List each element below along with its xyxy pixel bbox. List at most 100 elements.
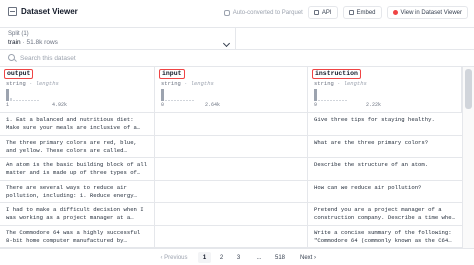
embed-button[interactable]: Embed — [342, 6, 382, 19]
histogram-bar[interactable] — [31, 100, 33, 101]
table-row[interactable]: 1. Eat a balanced and nutritious diet: M… — [0, 113, 462, 136]
histogram-bar[interactable] — [339, 100, 341, 101]
histogram-bar[interactable] — [180, 100, 182, 101]
table-cell-output[interactable]: 1. Eat a balanced and nutritious diet: M… — [0, 113, 155, 136]
histogram-bar[interactable] — [22, 100, 24, 101]
histogram-bar[interactable] — [186, 100, 188, 101]
table-cell-output[interactable]: I had to make a difficult decision when … — [0, 203, 155, 226]
split-rows: 51.8k rows — [26, 39, 58, 46]
table-cell-instruction[interactable]: Pretend you are a project manager of a c… — [308, 203, 462, 226]
table-cell-instruction[interactable]: Write a concise summary of the following… — [308, 226, 462, 249]
histogram-bar[interactable] — [16, 100, 18, 101]
auto-converted-link[interactable]: Auto-converted to Parquet — [223, 9, 303, 16]
api-button[interactable]: API — [307, 6, 338, 19]
column-type-note: · lengths — [184, 80, 214, 87]
table-cell-input[interactable] — [155, 135, 308, 158]
split-spacer — [236, 28, 474, 50]
column-header-output[interactable]: output string · lengths 1 4.92k — [0, 67, 155, 113]
histogram-bar[interactable] — [161, 89, 164, 101]
length-histogram[interactable] — [314, 89, 347, 101]
histogram-bar[interactable] — [177, 100, 179, 101]
page-518[interactable]: 518 — [270, 252, 290, 263]
length-max: 4.92k — [52, 102, 68, 108]
histogram-bar[interactable] — [345, 100, 347, 101]
table-cell-output[interactable]: An atom is the basic building block of a… — [0, 158, 155, 181]
histogram-bar[interactable] — [314, 89, 317, 101]
table-row[interactable]: I had to make a difficult decision when … — [0, 203, 462, 226]
view-in-dataset-viewer-button[interactable]: View in Dataset Viewer — [386, 6, 468, 19]
table-cell-output[interactable]: The three primary colors are red, blue, … — [0, 135, 155, 158]
split-name: train — [8, 39, 21, 46]
next-page-button[interactable]: Next › — [296, 252, 320, 263]
viewer-title: Dataset Viewer — [8, 7, 78, 16]
histogram-bar[interactable] — [324, 100, 326, 101]
column-name[interactable]: output — [4, 69, 34, 79]
table-scrollbar[interactable] — [462, 67, 474, 248]
column-type: string · lengths — [314, 80, 367, 87]
histogram-bar[interactable] — [330, 100, 332, 101]
header-actions: Auto-converted to Parquet API Embed View… — [223, 6, 468, 19]
scrollbar-thumb[interactable] — [465, 69, 472, 109]
code-icon — [313, 10, 319, 15]
column-type: string · lengths — [6, 80, 59, 87]
histogram-bar[interactable] — [171, 100, 173, 101]
table-cell-input[interactable] — [155, 158, 308, 181]
column-type: string · lengths — [161, 80, 214, 87]
histogram-bar[interactable] — [321, 100, 323, 101]
table-cell-instruction[interactable]: Give three tips for staying healthy. — [308, 113, 462, 136]
column-header-instruction[interactable]: instruction string · lengths 9 2.22k — [308, 67, 462, 113]
auto-converted-text: Auto-converted to Parquet — [232, 9, 303, 16]
histogram-bar[interactable] — [168, 100, 170, 101]
previous-page-button[interactable]: ‹ Previous — [154, 252, 194, 263]
table-cell-input[interactable] — [155, 113, 308, 136]
histogram-bar[interactable] — [34, 100, 36, 101]
page-3[interactable]: 3 — [232, 252, 245, 263]
table-cell-instruction[interactable]: How can we reduce air pollution? — [308, 181, 462, 204]
histogram-bar[interactable] — [25, 100, 27, 101]
length-histogram[interactable] — [161, 89, 194, 101]
length-histogram[interactable] — [6, 89, 39, 101]
embed-icon — [348, 10, 354, 15]
table-cell-output[interactable]: There are several ways to reduce air pol… — [0, 180, 155, 203]
histogram-bar[interactable] — [327, 100, 329, 101]
histogram-bar[interactable] — [13, 100, 15, 101]
viewer-icon — [392, 10, 398, 15]
histogram-bar[interactable] — [318, 100, 320, 101]
column-name[interactable]: input — [159, 69, 185, 79]
histogram-bar[interactable] — [333, 100, 335, 101]
split-selector[interactable]: Split (1) train · 51.8k rows — [0, 28, 236, 50]
histogram-bar[interactable] — [174, 100, 176, 101]
table-row[interactable]: There are several ways to reduce air pol… — [0, 180, 462, 204]
viewer-title-text: Dataset Viewer — [21, 7, 78, 16]
histogram-bar[interactable] — [183, 100, 185, 101]
table-row[interactable]: The three primary colors are red, blue, … — [0, 135, 462, 159]
histogram-bar[interactable] — [342, 100, 344, 101]
column-header-input[interactable]: input string · lengths 0 2.64k — [155, 67, 308, 113]
table-row[interactable]: The Commodore 64 was a highly successful… — [0, 225, 462, 249]
table-cell-input[interactable] — [155, 225, 308, 248]
column-type-note: · lengths — [29, 80, 59, 87]
link-icon — [223, 9, 230, 16]
histogram-bar[interactable] — [37, 100, 39, 101]
histogram-bar[interactable] — [6, 89, 9, 101]
table-row[interactable]: An atom is the basic building block of a… — [0, 158, 462, 181]
histogram-bar[interactable] — [336, 100, 338, 101]
length-max: 2.64k — [205, 102, 221, 108]
histogram-bar[interactable] — [28, 100, 30, 101]
length-min: 0 — [161, 102, 165, 108]
page-ellipsis: ... — [256, 254, 262, 261]
histogram-bar[interactable] — [192, 100, 194, 101]
search-input[interactable] — [20, 52, 460, 64]
table-cell-instruction[interactable]: What are the three primary colors? — [308, 136, 462, 159]
histogram-bar[interactable] — [189, 100, 191, 101]
column-name[interactable]: instruction — [312, 69, 361, 79]
table-cell-instruction[interactable]: Describe the structure of an atom. — [308, 158, 462, 181]
histogram-bar[interactable] — [165, 100, 167, 101]
table-cell-output[interactable]: The Commodore 64 was a highly successful… — [0, 225, 155, 248]
page-1[interactable]: 1 — [198, 252, 211, 263]
table-cell-input[interactable] — [155, 203, 308, 226]
page-2[interactable]: 2 — [215, 252, 228, 263]
histogram-bar[interactable] — [10, 98, 12, 101]
histogram-bar[interactable] — [19, 100, 21, 101]
table-cell-input[interactable] — [155, 180, 308, 203]
